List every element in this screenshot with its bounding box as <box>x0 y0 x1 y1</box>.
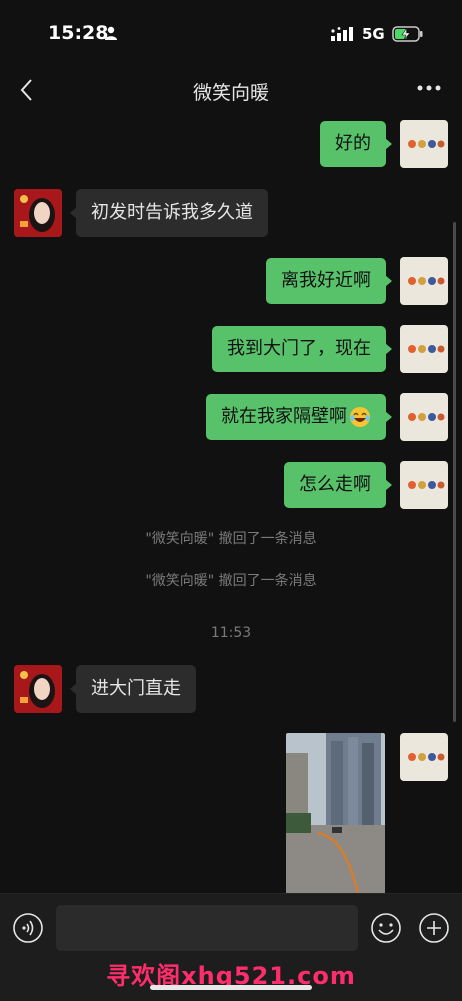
message-bubble-out[interactable]: 好的 <box>320 121 392 167</box>
message-bubble-out[interactable]: 怎么走啊 <box>284 462 392 508</box>
avatar-self[interactable] <box>400 461 448 509</box>
street-photo-image <box>286 733 385 895</box>
plus-icon[interactable] <box>418 912 450 944</box>
message-bubble-out[interactable]: 就在我家隔壁啊 <box>206 394 392 440</box>
status-time: 15:28 <box>48 22 109 44</box>
nav-bar: 微笑向暖 <box>0 64 462 114</box>
signal-icon <box>331 27 353 41</box>
avatar-self[interactable] <box>400 733 448 781</box>
message-bubble-in[interactable]: 进大门直走 <box>70 665 196 713</box>
chat-title: 微笑向暖 <box>192 82 269 104</box>
avatar-self[interactable] <box>400 393 448 441</box>
laugh-emoji-icon <box>350 407 370 427</box>
avatar-self[interactable] <box>400 257 448 305</box>
battery-icon <box>392 26 423 42</box>
voice-icon[interactable] <box>12 912 44 944</box>
status-bar: 15:28 5G <box>0 0 462 64</box>
avatar-contact[interactable] <box>14 189 62 237</box>
message-bubble-out[interactable]: 我到大门了，现在 <box>212 326 392 372</box>
timestamp: 11:53 <box>210 625 252 641</box>
recall-notice: "微笑向暖" 撤回了一条消息 <box>145 531 317 547</box>
home-indicator[interactable] <box>150 985 312 990</box>
avatar-self[interactable] <box>400 325 448 373</box>
person-icon <box>105 26 117 40</box>
emoji-icon[interactable] <box>370 912 402 944</box>
message-text: 就在我家隔壁啊 <box>221 406 347 427</box>
message-bubble-out[interactable]: 离我好近啊 <box>266 258 392 304</box>
message-input[interactable] <box>56 905 358 951</box>
network-label: 5G <box>362 25 385 43</box>
message-bubble-in[interactable]: 初发时告诉我多久道 <box>70 189 268 237</box>
photo-message[interactable] <box>286 733 385 895</box>
scrollbar[interactable] <box>453 222 456 722</box>
more-icon[interactable] <box>416 80 442 96</box>
avatar-self[interactable] <box>400 120 448 168</box>
recall-notice: "微笑向暖" 撤回了一条消息 <box>145 573 317 589</box>
avatar-contact[interactable] <box>14 665 62 713</box>
